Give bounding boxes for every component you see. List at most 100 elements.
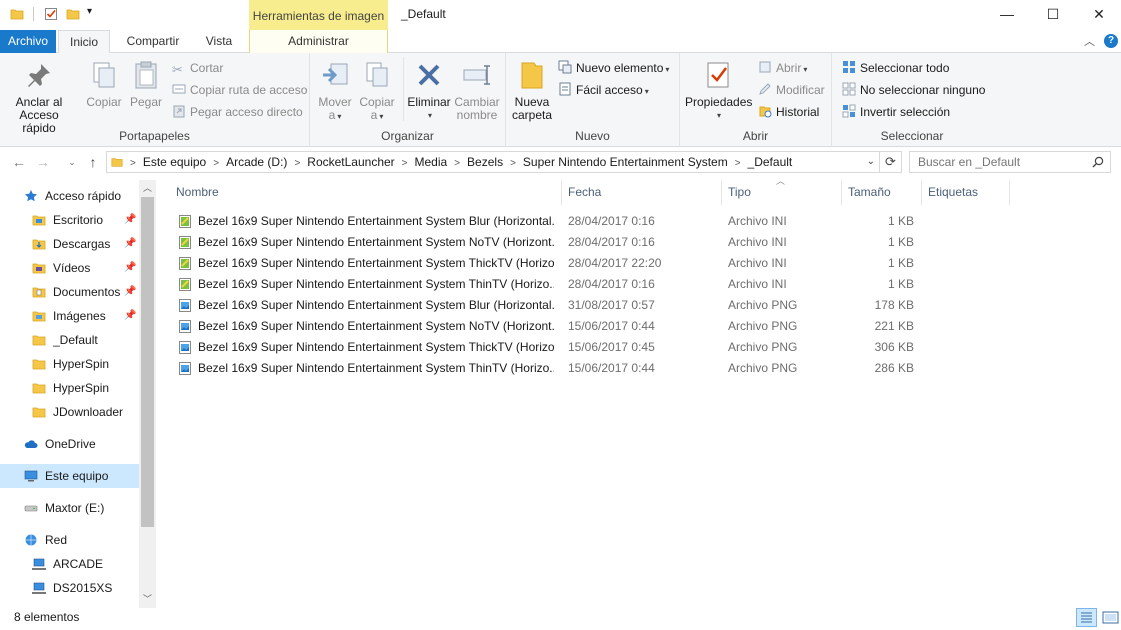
scroll-thumb[interactable] bbox=[141, 197, 154, 527]
copy-button[interactable]: Copiar bbox=[84, 59, 124, 109]
scroll-down-arrow-icon[interactable]: ﹀ bbox=[139, 591, 156, 608]
tab-inicio[interactable]: Inicio bbox=[58, 30, 110, 54]
large-icons-view-button[interactable] bbox=[1100, 608, 1121, 627]
close-button[interactable]: ✕ bbox=[1076, 0, 1121, 30]
tab-compartir[interactable]: Compartir bbox=[116, 30, 190, 53]
pictures-folder-icon bbox=[32, 311, 46, 322]
details-view-button[interactable] bbox=[1076, 608, 1097, 627]
pin-icon[interactable]: 📌 bbox=[124, 304, 136, 328]
table-row[interactable]: Bezel 16x9 Super Nintendo Entertainment … bbox=[174, 274, 922, 295]
table-row[interactable]: Bezel 16x9 Super Nintendo Entertainment … bbox=[174, 295, 922, 316]
properties-button[interactable]: Propiedades ▾ bbox=[685, 59, 752, 122]
breadcrumb-media[interactable]: Media bbox=[415, 155, 448, 169]
breadcrumb-bezels[interactable]: Bezels bbox=[467, 155, 503, 169]
table-row[interactable]: Bezel 16x9 Super Nintendo Entertainment … bbox=[174, 232, 922, 253]
pin-quick-access-button[interactable]: Anclar al Acceso rápido bbox=[6, 59, 72, 135]
nav-item[interactable]: Este equipo bbox=[0, 464, 139, 488]
column-header-tamano[interactable]: Tamaño bbox=[842, 180, 922, 205]
nav-item[interactable]: Red bbox=[0, 528, 139, 552]
search-box[interactable] bbox=[909, 151, 1111, 173]
nav-item[interactable]: Documentos 📌 bbox=[0, 280, 139, 304]
new-folder-icon[interactable] bbox=[66, 7, 80, 21]
open-button[interactable]: Abrir ▾ bbox=[758, 58, 807, 78]
collapse-ribbon-button[interactable]: ︿ bbox=[1084, 33, 1095, 49]
search-icon[interactable] bbox=[1092, 156, 1104, 168]
invert-selection-button[interactable]: Invertir selección bbox=[842, 102, 950, 122]
pin-icon[interactable]: 📌 bbox=[124, 232, 136, 256]
select-none-label: No seleccionar ninguno bbox=[860, 83, 986, 97]
tab-vista[interactable]: Vista bbox=[196, 30, 242, 53]
rename-button[interactable]: Cambiar nombre bbox=[453, 59, 501, 122]
breadcrumb-snes[interactable]: Super Nintendo Entertainment System bbox=[523, 155, 728, 169]
nav-item[interactable]: HyperSpin bbox=[0, 376, 139, 400]
breadcrumb-este-equipo[interactable]: Este equipo bbox=[143, 155, 206, 169]
breadcrumb-rocketlauncher[interactable]: RocketLauncher bbox=[307, 155, 394, 169]
nav-item-label: Vídeos bbox=[53, 261, 91, 275]
table-row[interactable]: Bezel 16x9 Super Nintendo Entertainment … bbox=[174, 358, 922, 379]
table-row[interactable]: Bezel 16x9 Super Nintendo Entertainment … bbox=[174, 211, 922, 232]
up-arrow-icon[interactable]: ↑ bbox=[84, 152, 102, 172]
move-to-button[interactable]: Mover a ▾ bbox=[316, 59, 354, 123]
nav-item[interactable]: _Default bbox=[0, 328, 139, 352]
column-header-etiquetas[interactable]: Etiquetas bbox=[922, 180, 1010, 205]
select-all-button[interactable]: Seleccionar todo bbox=[842, 58, 949, 78]
column-header-nombre[interactable]: Nombre bbox=[170, 180, 562, 205]
group-portapapeles: Anclar al Acceso rápido Copiar Pegar ✂ Co… bbox=[0, 53, 310, 147]
nav-item[interactable]: Imágenes 📌 bbox=[0, 304, 139, 328]
pin-icon[interactable]: 📌 bbox=[124, 208, 136, 232]
scroll-up-arrow-icon[interactable]: ︿ bbox=[139, 180, 156, 197]
refresh-button[interactable]: ⟳ bbox=[880, 151, 902, 173]
nav-item[interactable]: HyperSpin bbox=[0, 352, 139, 376]
chevron-down-icon[interactable]: ⌄ bbox=[867, 152, 875, 172]
search-input[interactable] bbox=[910, 152, 1090, 172]
breadcrumb-default[interactable]: _Default bbox=[748, 155, 793, 169]
nav-item[interactable]: ARCADE bbox=[0, 552, 139, 576]
tab-archivo[interactable]: Archivo bbox=[0, 30, 56, 53]
paste-shortcut-button[interactable]: Pegar acceso directo bbox=[172, 102, 303, 122]
table-row[interactable]: Bezel 16x9 Super Nintendo Entertainment … bbox=[174, 337, 922, 358]
new-folder-button[interactable]: Nueva carpeta bbox=[511, 59, 553, 122]
recent-locations-dropdown[interactable]: ⌄ bbox=[63, 152, 81, 172]
table-row[interactable]: Bezel 16x9 Super Nintendo Entertainment … bbox=[174, 253, 922, 274]
properties-icon[interactable] bbox=[44, 7, 58, 21]
copy-path-button[interactable]: Copiar ruta de acceso bbox=[172, 80, 307, 100]
nav-item[interactable]: Descargas 📌 bbox=[0, 232, 139, 256]
delete-button[interactable]: Eliminar ▾ bbox=[407, 59, 451, 122]
cut-label: Cortar bbox=[190, 61, 224, 75]
nav-item[interactable]: Maxtor (E:) bbox=[0, 496, 139, 520]
cut-button[interactable]: ✂ Cortar bbox=[172, 58, 223, 78]
file-date: 15/06/2017 0:44 bbox=[568, 319, 655, 333]
nav-scrollbar[interactable]: ︿ ﹀ bbox=[139, 180, 156, 608]
help-button[interactable]: ? bbox=[1104, 34, 1118, 48]
folder-icon[interactable] bbox=[10, 7, 24, 21]
maximize-button[interactable]: ☐ bbox=[1030, 0, 1076, 30]
nav-item[interactable]: DS2015XS bbox=[0, 576, 139, 600]
column-header-fecha[interactable]: Fecha bbox=[562, 180, 722, 205]
customize-toolbar-dropdown[interactable]: ▾ bbox=[87, 6, 97, 20]
history-button[interactable]: Historial bbox=[758, 102, 819, 122]
nav-item[interactable]: OneDrive bbox=[0, 432, 139, 456]
pin-icon[interactable]: 📌 bbox=[124, 280, 136, 304]
edit-button[interactable]: Modificar bbox=[758, 80, 825, 100]
nav-item[interactable]: Vídeos 📌 bbox=[0, 256, 139, 280]
copy-to-icon bbox=[366, 62, 388, 87]
address-bar[interactable]: > Este equipo > Arcade (D:) > RocketLauncher >… bbox=[106, 151, 880, 173]
nav-item[interactable]: JDownloader bbox=[0, 400, 139, 424]
nav-item-label: ARCADE bbox=[53, 557, 104, 571]
chevron-down-icon: ▾ bbox=[716, 111, 721, 120]
forward-button[interactable]: → bbox=[34, 152, 52, 172]
pin-icon[interactable]: 📌 bbox=[124, 256, 136, 280]
breadcrumb-arcade[interactable]: Arcade (D:) bbox=[226, 155, 287, 169]
nav-item[interactable]: Escritorio 📌 bbox=[0, 208, 139, 232]
copy-to-button[interactable]: Copiar a ▾ bbox=[358, 59, 396, 123]
table-row[interactable]: Bezel 16x9 Super Nintendo Entertainment … bbox=[174, 316, 922, 337]
paste-button[interactable]: Pegar bbox=[127, 59, 165, 109]
nav-item[interactable]: Acceso rápido bbox=[0, 184, 139, 208]
network-computer-icon bbox=[32, 582, 46, 594]
select-none-button[interactable]: No seleccionar ninguno bbox=[842, 80, 985, 100]
new-item-button[interactable]: Nuevo elemento ▾ bbox=[558, 58, 669, 78]
minimize-button[interactable]: — bbox=[984, 0, 1030, 30]
tab-administrar[interactable]: Administrar bbox=[249, 30, 388, 53]
back-button[interactable]: ← bbox=[10, 152, 28, 172]
easy-access-button[interactable]: Fácil acceso ▾ bbox=[558, 80, 649, 100]
